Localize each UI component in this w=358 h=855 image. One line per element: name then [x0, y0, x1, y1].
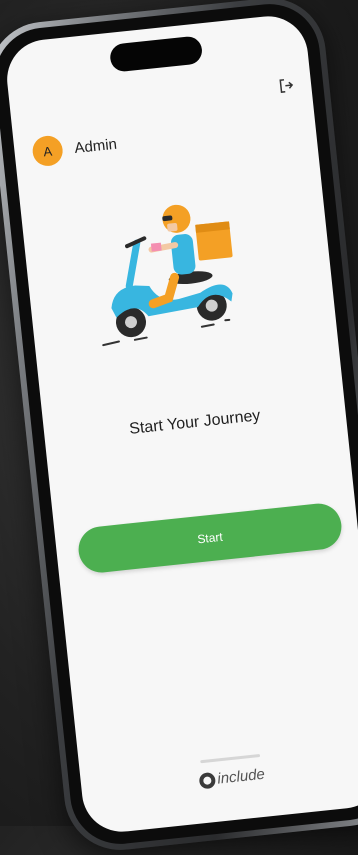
brand-logo-icon	[199, 771, 217, 789]
dynamic-island	[109, 35, 203, 72]
user-name: Admin	[74, 135, 118, 156]
start-button[interactable]: Start	[76, 501, 343, 574]
page-title: Start Your Journey	[44, 398, 346, 447]
logout-icon[interactable]	[276, 76, 296, 96]
brand-name: include	[217, 766, 266, 788]
user-header: A Admin	[31, 129, 118, 168]
avatar: A	[31, 134, 64, 167]
delivery-scooter-illustration	[69, 169, 266, 357]
phone-device: A Admin	[0, 0, 358, 855]
home-indicator	[200, 754, 260, 763]
